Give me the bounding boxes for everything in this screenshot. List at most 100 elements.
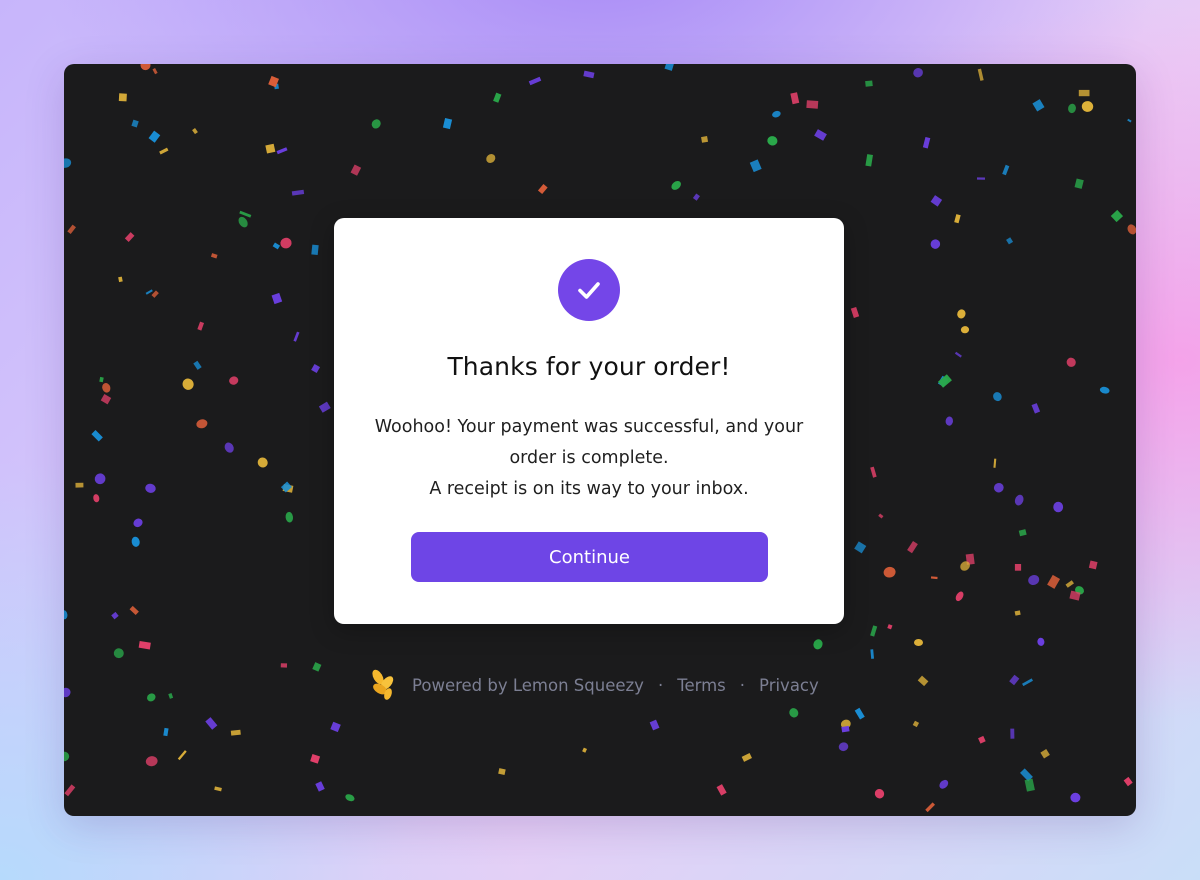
confetti-piece	[749, 159, 762, 173]
confetti-piece	[64, 158, 72, 168]
success-badge	[558, 259, 620, 321]
confetti-piece	[140, 64, 151, 71]
confetti-piece	[168, 692, 174, 699]
confetti-piece	[993, 482, 1004, 493]
confetti-piece	[870, 466, 877, 478]
continue-button[interactable]: Continue	[411, 532, 768, 582]
confetti-piece	[210, 253, 218, 259]
confetti-piece	[224, 442, 234, 453]
confetti-piece	[1053, 501, 1064, 513]
confetti-piece	[1099, 386, 1110, 394]
message-line: order is complete.	[509, 448, 669, 468]
confetti-piece	[196, 419, 208, 429]
confetti-piece	[192, 128, 198, 135]
footer-separator: ·	[657, 675, 664, 695]
confetti-piece	[957, 309, 966, 319]
confetti-piece	[930, 239, 941, 249]
confetti-piece	[118, 276, 123, 283]
confetti-piece	[1006, 237, 1014, 245]
confetti-piece	[1081, 101, 1094, 112]
confetti-piece	[442, 118, 453, 130]
confetti-piece	[64, 687, 71, 698]
confetti-piece	[271, 292, 283, 305]
confetti-piece	[1068, 103, 1076, 114]
confetti-piece	[239, 210, 252, 218]
confetti-piece	[1009, 674, 1020, 686]
checkout-window: Thanks for your order! Woohoo! Your paym…	[64, 64, 1136, 816]
terms-link[interactable]: Terms	[677, 676, 726, 695]
confetti-piece	[1028, 575, 1040, 585]
confetti-piece	[878, 513, 884, 519]
confetti-piece	[272, 242, 281, 250]
confetti-piece	[265, 143, 276, 154]
confetti-piece	[939, 779, 949, 789]
confetti-piece	[1110, 209, 1124, 223]
confetti-piece	[1070, 792, 1081, 803]
modal-message: Woohoo! Your payment was successful, and…	[374, 412, 804, 505]
check-icon	[578, 282, 600, 299]
confetti-piece	[978, 735, 986, 744]
confetti-piece	[318, 401, 331, 413]
confetti-piece	[1024, 778, 1035, 792]
confetti-piece	[528, 76, 542, 86]
confetti-piece	[486, 154, 496, 163]
confetti-piece	[229, 376, 239, 385]
confetti-piece	[131, 119, 139, 128]
confetti-piece	[67, 224, 76, 235]
confetti-piece	[1022, 678, 1034, 687]
confetti-piece	[193, 360, 202, 370]
confetti-piece	[664, 64, 674, 71]
confetti-piece	[177, 750, 187, 761]
confetti-piece	[838, 742, 849, 752]
confetti-piece	[311, 363, 321, 374]
confetti-piece	[954, 214, 961, 224]
confetti-piece	[883, 566, 896, 578]
confetti-piece	[311, 244, 319, 256]
message-line: Woohoo! Your payment was successful, and…	[374, 417, 804, 437]
confetti-piece	[1078, 89, 1090, 97]
confetti-piece	[767, 136, 778, 146]
confetti-piece	[1037, 637, 1045, 646]
confetti-piece	[293, 331, 300, 342]
confetti-piece	[129, 605, 139, 616]
confetti-piece	[907, 540, 918, 554]
lemon-squeezy-logo[interactable]	[370, 668, 396, 702]
confetti-piece	[64, 784, 76, 797]
confetti-piece	[312, 662, 322, 672]
confetti-piece	[1032, 99, 1045, 112]
confetti-piece	[874, 788, 885, 799]
confetti-piece	[1088, 560, 1098, 570]
confetti-piece	[977, 68, 984, 81]
confetti-piece	[993, 458, 997, 468]
confetti-piece	[1074, 178, 1084, 189]
confetti-piece	[111, 611, 119, 620]
confetti-piece	[993, 392, 1002, 402]
confetti-piece	[930, 195, 943, 207]
confetti-piece	[145, 756, 158, 767]
powered-by-link[interactable]: Powered by Lemon Squeezy	[412, 676, 644, 695]
confetti-piece	[1065, 580, 1074, 588]
confetti-piece	[887, 624, 893, 630]
confetti-piece	[1010, 728, 1015, 739]
privacy-link[interactable]: Privacy	[759, 676, 819, 695]
modal-title: Thanks for your order!	[447, 352, 731, 381]
confetti-piece	[914, 639, 923, 646]
confetti-piece	[133, 518, 143, 528]
confetti-piece	[925, 802, 936, 813]
confetti-piece	[1018, 529, 1027, 537]
confetti-piece	[280, 237, 292, 249]
confetti-piece	[371, 119, 381, 129]
confetti-piece	[1047, 574, 1061, 589]
confetti-piece	[102, 382, 111, 393]
confetti-piece	[152, 68, 158, 75]
confetti-piece	[854, 541, 867, 554]
confetti-piece	[99, 376, 104, 383]
confetti-piece	[276, 147, 288, 155]
confetti-piece	[945, 416, 954, 426]
confetti-piece	[64, 751, 70, 762]
confetti-piece	[583, 70, 595, 79]
confetti-piece	[285, 511, 294, 523]
confetti-piece	[350, 164, 362, 176]
confetti-piece	[813, 639, 823, 650]
confetti-piece	[954, 351, 962, 358]
